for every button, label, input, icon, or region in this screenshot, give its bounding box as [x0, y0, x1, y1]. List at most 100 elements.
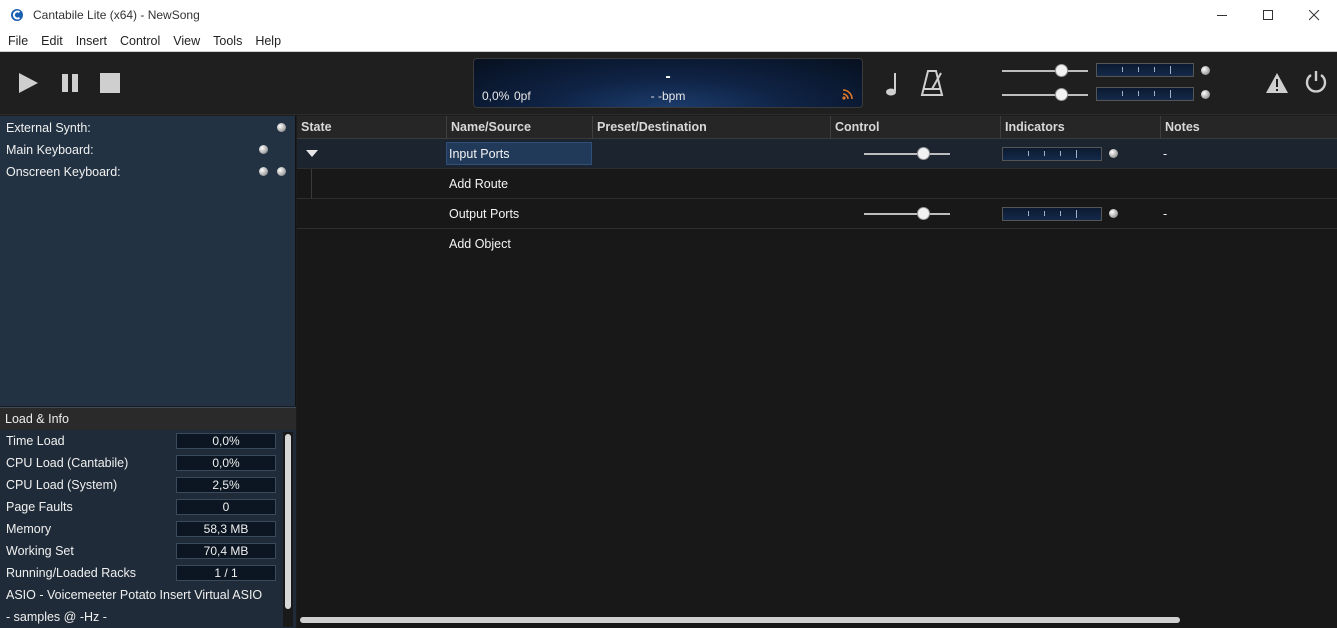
slider-track: [864, 213, 950, 215]
device-main-keyboard[interactable]: Main Keyboard:: [6, 143, 94, 157]
load-info-title: Load & Info: [0, 408, 296, 430]
table-row[interactable]: Input Ports -: [297, 139, 1337, 169]
load-value: 0,0%: [176, 455, 276, 471]
metronome-button[interactable]: [918, 68, 946, 98]
slider-knob[interactable]: [917, 207, 930, 220]
note-button[interactable]: [882, 70, 902, 98]
menu-help[interactable]: Help: [251, 34, 286, 48]
warning-icon: [1266, 73, 1288, 93]
load-info-panel: Load & Info Time Load 0,0% CPU Load (Can…: [0, 407, 296, 628]
play-icon: [19, 73, 38, 93]
output-status-led: [1109, 209, 1118, 218]
status-led-2: [1201, 90, 1210, 99]
load-value: 70,4 MB: [176, 543, 276, 559]
output-gain-slider[interactable]: [864, 207, 950, 221]
device-led: [259, 145, 268, 154]
slider-knob[interactable]: [1055, 88, 1068, 101]
song-title: -: [665, 68, 671, 85]
level-meter-1: [1096, 63, 1194, 77]
song-display[interactable]: - 0,0% 0pf - -bpm: [473, 58, 863, 108]
device-led: [277, 167, 286, 176]
column-control[interactable]: Control: [830, 116, 1000, 139]
rss-icon: [842, 89, 853, 100]
table-horizontal-scrollbar[interactable]: [297, 614, 1337, 626]
output-level-meter: [1002, 207, 1102, 221]
app-icon: [9, 7, 25, 23]
tree-line: [311, 169, 312, 199]
column-state[interactable]: State: [297, 116, 447, 139]
routing-table: State Name/Source Preset/Destination Con…: [297, 116, 1337, 628]
row-note: -: [1163, 207, 1168, 221]
master-gain-slider-1[interactable]: [1002, 64, 1088, 78]
menu-control[interactable]: Control: [116, 34, 165, 48]
table-row[interactable]: Add Object: [297, 229, 1337, 259]
table-row[interactable]: Output Ports -: [297, 199, 1337, 229]
load-row: Page Faults 0: [6, 499, 276, 517]
device-led: [277, 123, 286, 132]
load-row: Memory 58,3 MB: [6, 521, 276, 539]
input-gain-slider[interactable]: [864, 147, 950, 161]
audio-driver-info: ASIO - Voicemeeter Potato Insert Virtual…: [6, 588, 263, 602]
maximize-button[interactable]: [1245, 0, 1291, 30]
minimize-button[interactable]: [1199, 0, 1245, 30]
level-meter-2: [1096, 87, 1194, 101]
menu-edit[interactable]: Edit: [37, 34, 68, 48]
load-label: CPU Load (Cantabile): [6, 456, 129, 470]
load-value: 58,3 MB: [176, 521, 276, 537]
input-level-meter: [1002, 147, 1102, 161]
device-external-synth[interactable]: External Synth:: [6, 121, 91, 135]
scrollbar-thumb[interactable]: [300, 617, 1180, 623]
device-onscreen-keyboard[interactable]: Onscreen Keyboard:: [6, 165, 121, 179]
load-value: 0: [176, 499, 276, 515]
table-row[interactable]: Add Route: [297, 169, 1337, 199]
menu-insert[interactable]: Insert: [72, 34, 112, 48]
device-panel: External Synth: Main Keyboard: Onscreen …: [0, 116, 296, 406]
row-name[interactable]: Output Ports: [449, 207, 519, 221]
status-led-1: [1201, 66, 1210, 75]
transport-toolbar: - 0,0% 0pf - -bpm: [0, 52, 1337, 115]
collapse-arrow-icon[interactable]: [306, 150, 318, 158]
slider-knob[interactable]: [1055, 64, 1068, 77]
load-label: CPU Load (System): [6, 478, 118, 492]
input-status-led: [1109, 149, 1118, 158]
stop-icon: [100, 73, 120, 93]
stop-button[interactable]: [96, 70, 124, 96]
slider-knob[interactable]: [917, 147, 930, 160]
sample-rate-info: - samples @ -Hz -: [6, 610, 107, 624]
column-notes[interactable]: Notes: [1160, 116, 1337, 139]
slider-track: [864, 153, 950, 155]
device-led: [259, 167, 268, 176]
play-button[interactable]: [14, 70, 42, 96]
window-title: Cantabile Lite (x64) - NewSong: [33, 8, 200, 22]
row-name[interactable]: Input Ports: [449, 147, 509, 161]
load-value: 2,5%: [176, 477, 276, 493]
tempo-readout: - -bpm: [650, 89, 686, 103]
warning-button[interactable]: [1264, 70, 1290, 96]
power-button[interactable]: [1302, 68, 1330, 96]
load-label: Memory: [6, 522, 52, 536]
row-note: -: [1163, 147, 1168, 161]
load-info-scrollbar[interactable]: [283, 432, 293, 627]
menu-tools[interactable]: Tools: [209, 34, 247, 48]
load-row: Running/Loaded Racks 1 / 1: [6, 565, 276, 583]
load-row: Time Load 0,0%: [6, 433, 276, 451]
metronome-icon: [920, 70, 944, 96]
add-route-button[interactable]: Add Route: [449, 177, 508, 191]
slider-track: [1002, 70, 1088, 72]
power-icon: [1305, 71, 1327, 93]
column-name-source[interactable]: Name/Source: [446, 116, 592, 139]
load-label: Page Faults: [6, 500, 73, 514]
menu-view[interactable]: View: [169, 34, 205, 48]
pause-icon: [62, 74, 78, 92]
master-gain-slider-2[interactable]: [1002, 88, 1088, 102]
menu-file[interactable]: File: [4, 34, 33, 48]
column-indicators[interactable]: Indicators: [1000, 116, 1160, 139]
column-preset-destination[interactable]: Preset/Destination: [592, 116, 830, 139]
scrollbar-thumb[interactable]: [285, 434, 291, 609]
menu-bar: File Edit Insert Control View Tools Help: [0, 30, 1337, 52]
pause-button[interactable]: [56, 70, 84, 96]
title-bar: Cantabile Lite (x64) - NewSong: [0, 0, 1337, 30]
add-object-button[interactable]: Add Object: [449, 237, 511, 251]
close-button[interactable]: [1291, 0, 1337, 30]
load-value: 1 / 1: [176, 565, 276, 581]
